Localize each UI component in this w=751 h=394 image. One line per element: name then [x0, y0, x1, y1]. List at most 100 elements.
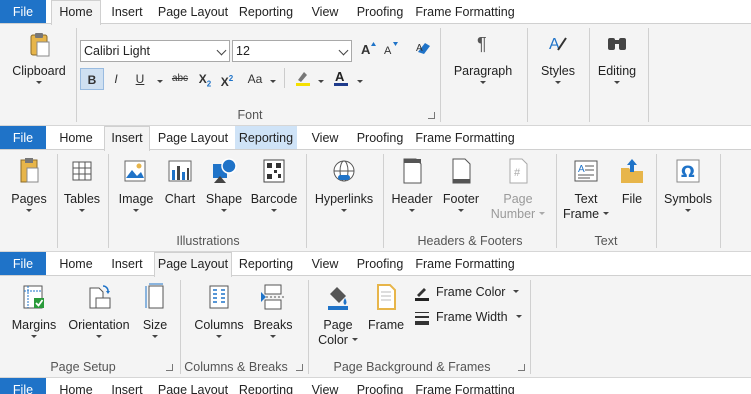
hyperlinks-button[interactable]: Hyperlinks: [312, 156, 376, 212]
tab-home[interactable]: Home: [51, 126, 101, 150]
text-frame-button[interactable]: A Text Frame: [562, 156, 610, 222]
styles-icon: A: [549, 36, 567, 53]
tab-file[interactable]: File: [0, 252, 46, 276]
tab-view[interactable]: View: [305, 126, 345, 150]
tab-frame-formatting[interactable]: Frame Formatting: [412, 252, 518, 276]
chevron-down-icon: [133, 209, 139, 212]
font-dialog-launcher[interactable]: [428, 112, 435, 119]
tab-reporting[interactable]: Reporting: [235, 0, 297, 24]
shape-button[interactable]: Shape: [203, 156, 245, 212]
font-name-combo[interactable]: Calibri Light: [80, 40, 230, 62]
columns-icon: [209, 285, 229, 309]
font-size-combo[interactable]: 12: [232, 40, 352, 62]
columns-breaks-group-label: Columns & Breaks: [184, 360, 288, 374]
clipboard-button[interactable]: Clipboard: [8, 30, 70, 84]
tab-home[interactable]: Home: [51, 378, 101, 394]
tab-proofing[interactable]: Proofing: [351, 126, 409, 150]
image-button[interactable]: Image: [114, 156, 158, 212]
bold-button[interactable]: B: [80, 68, 104, 90]
tab-file[interactable]: File: [0, 0, 46, 24]
tab-view[interactable]: View: [305, 378, 345, 394]
tab-reporting[interactable]: Reporting: [235, 378, 297, 394]
symbols-button[interactable]: Ω Symbols: [662, 156, 714, 212]
tab-frame-formatting[interactable]: Frame Formatting: [412, 126, 518, 150]
file-upload-icon: [621, 159, 643, 183]
page-number-label-2-text: Number: [490, 207, 536, 221]
pages-button[interactable]: Pages: [8, 156, 50, 212]
tab-insert[interactable]: Insert: [104, 0, 150, 24]
frame-color-button[interactable]: Frame Color: [414, 282, 522, 302]
svg-text:A: A: [578, 164, 585, 175]
tab-insert[interactable]: Insert: [104, 252, 150, 276]
tables-button[interactable]: Tables: [62, 156, 102, 212]
tab-proofing[interactable]: Proofing: [351, 0, 409, 24]
subscript-button[interactable]: X2: [196, 68, 214, 90]
font-color-button[interactable]: A: [330, 68, 352, 90]
page-number-button[interactable]: # Page Number: [488, 156, 548, 222]
line-width-icon: [415, 311, 429, 325]
styles-button[interactable]: A Styles: [533, 30, 583, 84]
columns-button[interactable]: Columns: [190, 282, 248, 338]
ribbon-body: Margins Orientation Size Page Setup Colu…: [0, 276, 751, 378]
tables-label: Tables: [63, 192, 101, 206]
tab-reporting[interactable]: Reporting: [235, 126, 297, 150]
strikethrough-button[interactable]: abc: [168, 68, 192, 90]
chevron-down-icon: [318, 80, 324, 83]
highlight-button[interactable]: [292, 68, 314, 90]
superscript-button[interactable]: X2: [218, 68, 236, 90]
tab-frame-formatting[interactable]: Frame Formatting: [412, 378, 518, 394]
chevron-down-icon: [270, 335, 276, 338]
tab-proofing[interactable]: Proofing: [351, 378, 409, 394]
font-group-label: Font: [237, 108, 263, 122]
illustrations-group-label: Illustrations: [176, 234, 240, 248]
change-case-button[interactable]: Aa: [244, 68, 266, 90]
barcode-button[interactable]: Barcode: [248, 156, 300, 212]
page-color-label-2: Color: [314, 333, 362, 348]
orientation-button[interactable]: Orientation: [64, 282, 134, 338]
breaks-button[interactable]: Breaks: [252, 282, 294, 338]
page-color-button[interactable]: Page Color: [314, 282, 362, 348]
header-button[interactable]: Header: [390, 156, 434, 212]
tab-page-layout[interactable]: Page Layout: [154, 126, 232, 150]
chevron-down-icon: [216, 335, 222, 338]
footer-button[interactable]: Footer: [438, 156, 484, 212]
tab-file[interactable]: File: [0, 126, 46, 150]
page-color-label-1: Page: [323, 318, 353, 332]
grow-font-button[interactable]: A: [358, 40, 378, 62]
italic-button[interactable]: I: [106, 68, 126, 90]
chart-button[interactable]: Chart: [160, 156, 200, 207]
underline-button[interactable]: U: [130, 68, 150, 90]
chevron-down-icon: [351, 338, 358, 342]
tab-home[interactable]: Home: [51, 252, 101, 276]
chevron-down-icon: [338, 45, 349, 56]
orientation-label: Orientation: [68, 318, 130, 332]
tab-reporting[interactable]: Reporting: [235, 252, 297, 276]
page-setup-dialog-launcher[interactable]: [166, 364, 173, 371]
size-label: Size: [142, 318, 168, 332]
frame-width-button[interactable]: Frame Width: [414, 307, 522, 327]
tab-page-layout[interactable]: Page Layout: [154, 378, 232, 394]
tab-view[interactable]: View: [305, 0, 345, 24]
columns-dialog-launcher[interactable]: [296, 364, 303, 371]
tab-bar: File Home Insert Page Layout Reporting V…: [0, 0, 751, 25]
tab-file[interactable]: File: [0, 378, 46, 394]
tab-frame-formatting[interactable]: Frame Formatting: [412, 0, 518, 24]
tab-view[interactable]: View: [305, 252, 345, 276]
tab-insert[interactable]: Insert: [104, 378, 150, 394]
clear-format-button[interactable]: A: [413, 40, 435, 62]
shrink-font-button[interactable]: A: [381, 40, 401, 62]
tab-insert[interactable]: Insert: [104, 126, 150, 151]
size-button[interactable]: Size: [138, 282, 172, 338]
tab-page-layout[interactable]: Page Layout: [154, 252, 232, 277]
page-bg-dialog-launcher[interactable]: [518, 364, 525, 371]
paragraph-label: Paragraph: [453, 64, 513, 78]
editing-button[interactable]: Editing: [594, 30, 640, 84]
tab-home[interactable]: Home: [51, 0, 101, 25]
frame-button[interactable]: Frame: [366, 282, 406, 333]
tab-page-layout[interactable]: Page Layout: [154, 0, 232, 24]
paragraph-button[interactable]: ¶ Paragraph: [448, 30, 518, 84]
tab-proofing[interactable]: Proofing: [351, 252, 409, 276]
file-insert-button[interactable]: File: [612, 156, 652, 207]
margins-button[interactable]: Margins: [8, 282, 60, 338]
ribbon-body: Clipboard Calibri Light 12 A A A B I U a…: [0, 24, 751, 126]
